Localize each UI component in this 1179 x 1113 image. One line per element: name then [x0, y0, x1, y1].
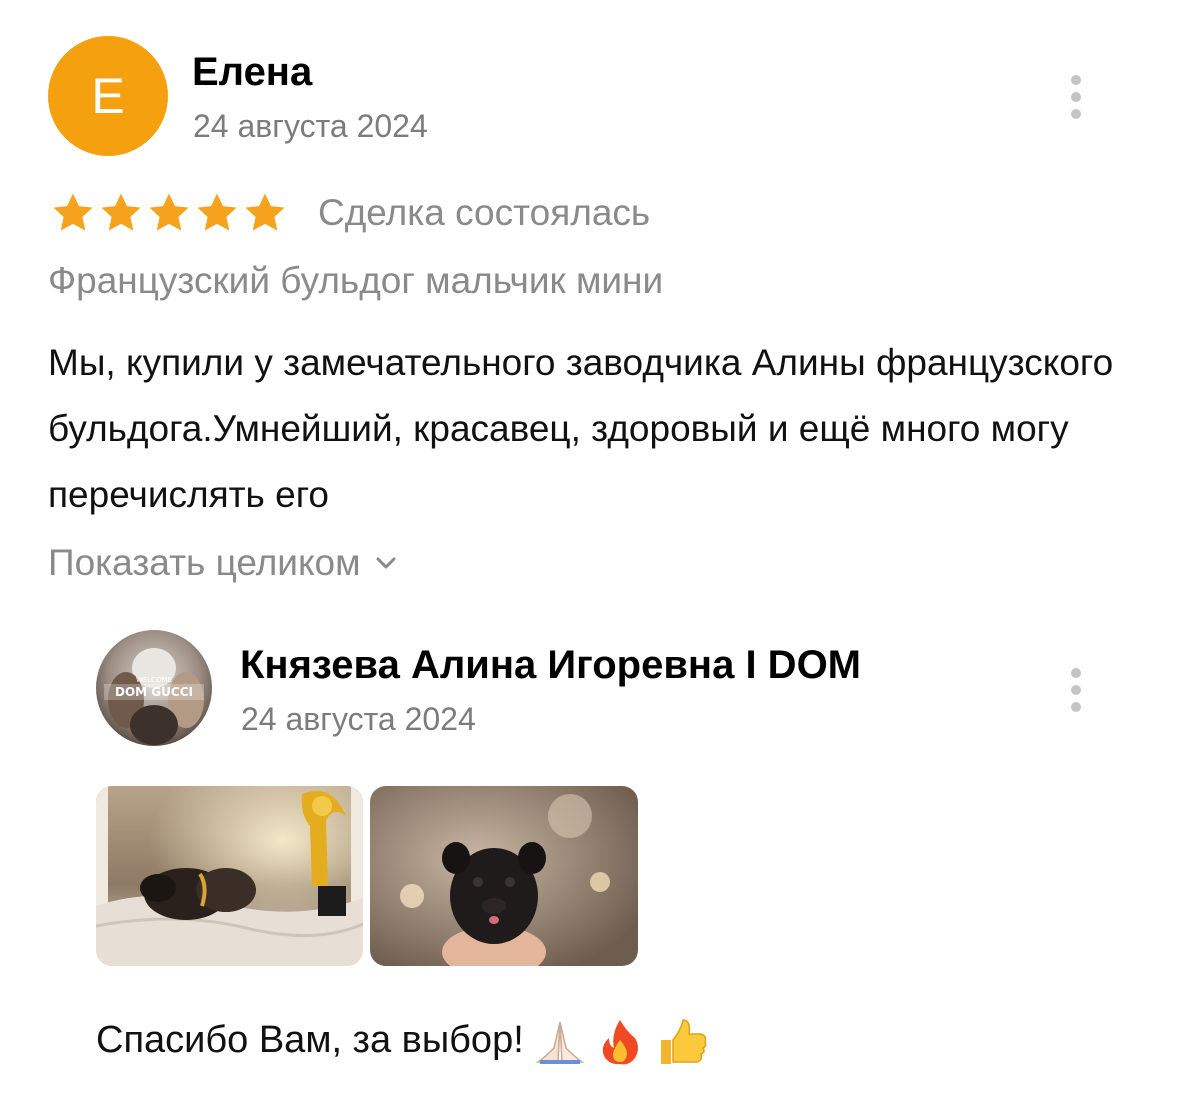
- review-text: Мы, купили у замечательного заводчика Ал…: [48, 342, 1114, 515]
- show-more-label: Показать целиком: [48, 542, 361, 583]
- thumbs-up-icon: [661, 1019, 707, 1064]
- more-options-icon[interactable]: [1068, 75, 1084, 119]
- star-icon: [149, 193, 189, 231]
- puppy-in-hand-photo[interactable]: [370, 786, 638, 966]
- star-icon: [245, 193, 285, 231]
- reply-date: 24 августа 2024: [241, 701, 476, 737]
- seller-avatar-subtext: WELCOME: [136, 676, 172, 684]
- puppy-with-trophy-photo[interactable]: [96, 786, 363, 966]
- rating-stars: [50, 190, 288, 236]
- chevron-down-icon: [376, 557, 396, 569]
- avatar-letter: Е: [91, 68, 125, 124]
- folded-hands-icon: [535, 1021, 585, 1064]
- review-date: 24 августа 2024: [193, 108, 428, 144]
- star-icon: [197, 193, 237, 231]
- seller-avatar-text: DOM GUCCI: [115, 685, 193, 699]
- review-author[interactable]: Елена: [192, 52, 312, 92]
- reply-text: Спасибо Вам, за выбор!: [96, 1019, 524, 1061]
- fire-icon: [602, 1019, 638, 1065]
- item-title[interactable]: Французский бульдог мальчик мини: [48, 258, 663, 304]
- reply-author[interactable]: Князева Алина Игоревна I DOM: [240, 645, 861, 685]
- deal-status: Сделка состоялась: [318, 192, 651, 233]
- reply-text-line: Спасибо Вам, за выбор!: [96, 1016, 709, 1066]
- star-icon: [101, 193, 141, 231]
- avatar[interactable]: Е: [48, 36, 168, 156]
- show-more-button[interactable]: Показать целиком: [48, 538, 397, 588]
- star-icon: [53, 193, 93, 231]
- seller-avatar[interactable]: WELCOME DOM GUCCI: [96, 630, 212, 746]
- reply-more-options-icon[interactable]: [1068, 668, 1084, 712]
